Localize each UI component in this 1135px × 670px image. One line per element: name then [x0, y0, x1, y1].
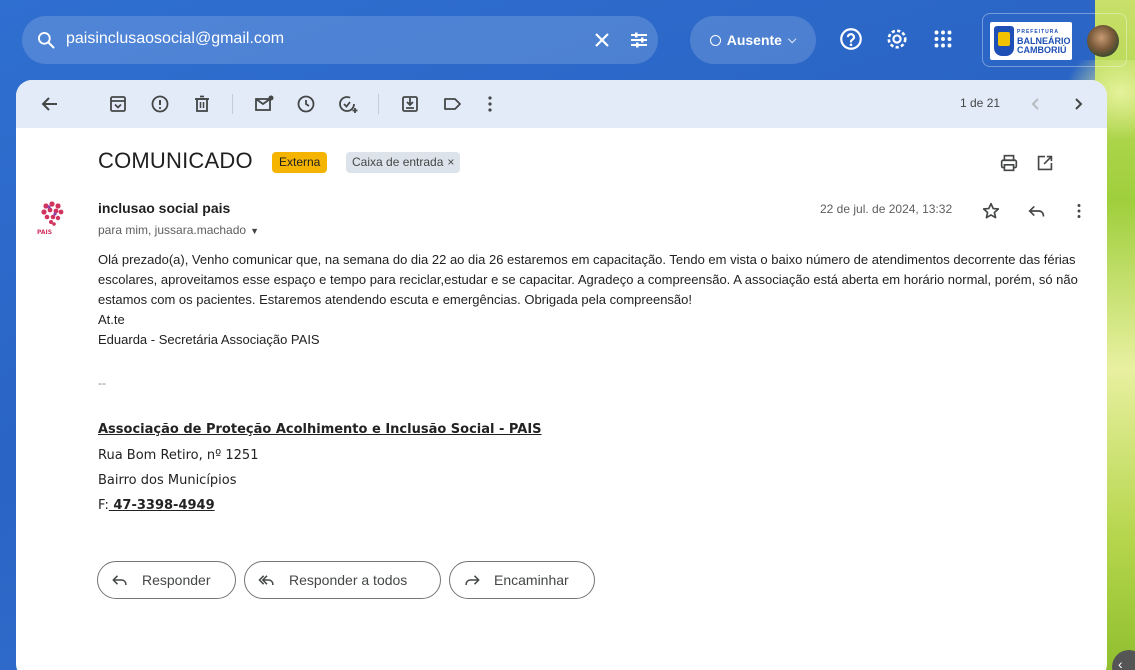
email-subject: COMUNICADO: [98, 148, 253, 173]
inbox-label-badge: Caixa de entrada ×: [346, 152, 461, 173]
chevron-down-icon: ⌵: [787, 33, 797, 46]
signature-separator: --: [98, 376, 106, 390]
logo-line3: CAMBORIÚ: [1017, 44, 1067, 55]
more-vert-icon[interactable]: [1068, 200, 1090, 222]
signature-address: Rua Bom Retiro, nº 1251: [98, 448, 259, 463]
search-input[interactable]: paisinclusaosocial@gmail.com: [66, 30, 284, 48]
signature-phone: F: 47-3398-4949: [98, 498, 698, 513]
report-spam-icon[interactable]: [148, 92, 172, 116]
reply-all-button[interactable]: Responder a todos: [244, 561, 441, 599]
snooze-clock-icon[interactable]: [294, 92, 318, 116]
search-icon[interactable]: [36, 30, 56, 50]
search-options-icon[interactable]: [627, 28, 651, 52]
sender-name[interactable]: inclusao social pais: [98, 200, 230, 216]
body-closing: At.te: [98, 312, 125, 327]
crest-icon: [994, 26, 1014, 56]
toolbar-divider: [378, 94, 379, 114]
add-task-icon[interactable]: [336, 92, 360, 116]
caret-down-icon[interactable]: ▼: [250, 226, 259, 236]
search-bar[interactable]: paisinclusaosocial@gmail.com: [22, 16, 658, 64]
email-toolbar: 1 de 21: [16, 80, 1107, 128]
phone-link[interactable]: 47-3398-4949: [109, 498, 214, 513]
signature-district: Bairro dos Municípios: [98, 473, 237, 488]
forward-button-label: Encaminhar: [494, 572, 569, 588]
signature-organization: Associação de Proteção Acolhimento e Inc…: [98, 422, 542, 437]
external-label-badge: Externa: [272, 152, 328, 173]
trash-icon[interactable]: [190, 92, 214, 116]
email-date: 22 de jul. de 2024, 13:32: [820, 202, 953, 216]
body-signer: Eduarda - Secretária Associação PAIS: [98, 332, 320, 347]
archive-icon[interactable]: [106, 92, 130, 116]
status-ring-icon: [709, 34, 721, 46]
apps-grid-icon[interactable]: [930, 26, 956, 52]
recipients-line[interactable]: para mim, jussara.machado ▼: [98, 223, 259, 237]
gear-icon[interactable]: [884, 26, 910, 52]
forward-button[interactable]: Encaminhar: [449, 561, 595, 599]
move-to-icon[interactable]: [398, 92, 422, 116]
mark-unread-icon[interactable]: [252, 92, 276, 116]
toolbar-divider: [232, 94, 233, 114]
label-icon[interactable]: [440, 92, 464, 116]
email-body: Olá prezado(a), Venho comunicar que, na …: [98, 250, 1088, 350]
inbox-label-text: Caixa de entrada: [352, 155, 444, 169]
sender-avatar[interactable]: PAIS: [36, 198, 68, 238]
status-selector[interactable]: Ausente ⌵: [690, 16, 816, 64]
star-icon[interactable]: [980, 200, 1002, 222]
recipients-text: para mim, jussara.machado: [98, 223, 247, 237]
pager-count: 1 de 21: [960, 96, 1001, 110]
reply-button[interactable]: Responder: [97, 561, 236, 599]
forward-icon: [465, 575, 480, 585]
status-label: Ausente: [726, 32, 782, 48]
body-paragraph: Olá prezado(a), Venho comunicar que, na …: [98, 252, 1078, 307]
more-vert-icon[interactable]: [478, 92, 502, 116]
chevron-left-icon[interactable]: [1024, 92, 1048, 116]
chevron-right-icon[interactable]: [1066, 92, 1090, 116]
organization-logo: PREFEITURA BALNEÁRIO CAMBORIÚ: [990, 22, 1072, 60]
avatar[interactable]: [1087, 25, 1119, 57]
reply-all-icon: [258, 575, 274, 585]
top-bar: paisinclusaosocial@gmail.com Ausente ⌵ P…: [0, 0, 1135, 80]
open-in-new-window-icon[interactable]: [1034, 152, 1056, 174]
reply-icon: [112, 575, 127, 585]
remove-label-icon[interactable]: ×: [447, 155, 454, 169]
account-area[interactable]: PREFEITURA BALNEÁRIO CAMBORIÚ: [982, 13, 1127, 67]
svg-text:PAIS: PAIS: [37, 229, 52, 236]
reply-all-button-label: Responder a todos: [289, 572, 408, 588]
phone-prefix: F:: [98, 498, 109, 513]
reply-button-label: Responder: [142, 572, 211, 588]
print-icon[interactable]: [998, 152, 1020, 174]
help-icon[interactable]: [838, 26, 864, 52]
back-arrow-icon[interactable]: [38, 92, 62, 116]
clear-search-icon[interactable]: [590, 28, 614, 52]
email-view: 1 de 21 COMUNICADO Externa Caixa de entr…: [16, 80, 1107, 670]
reply-icon[interactable]: [1026, 200, 1048, 222]
